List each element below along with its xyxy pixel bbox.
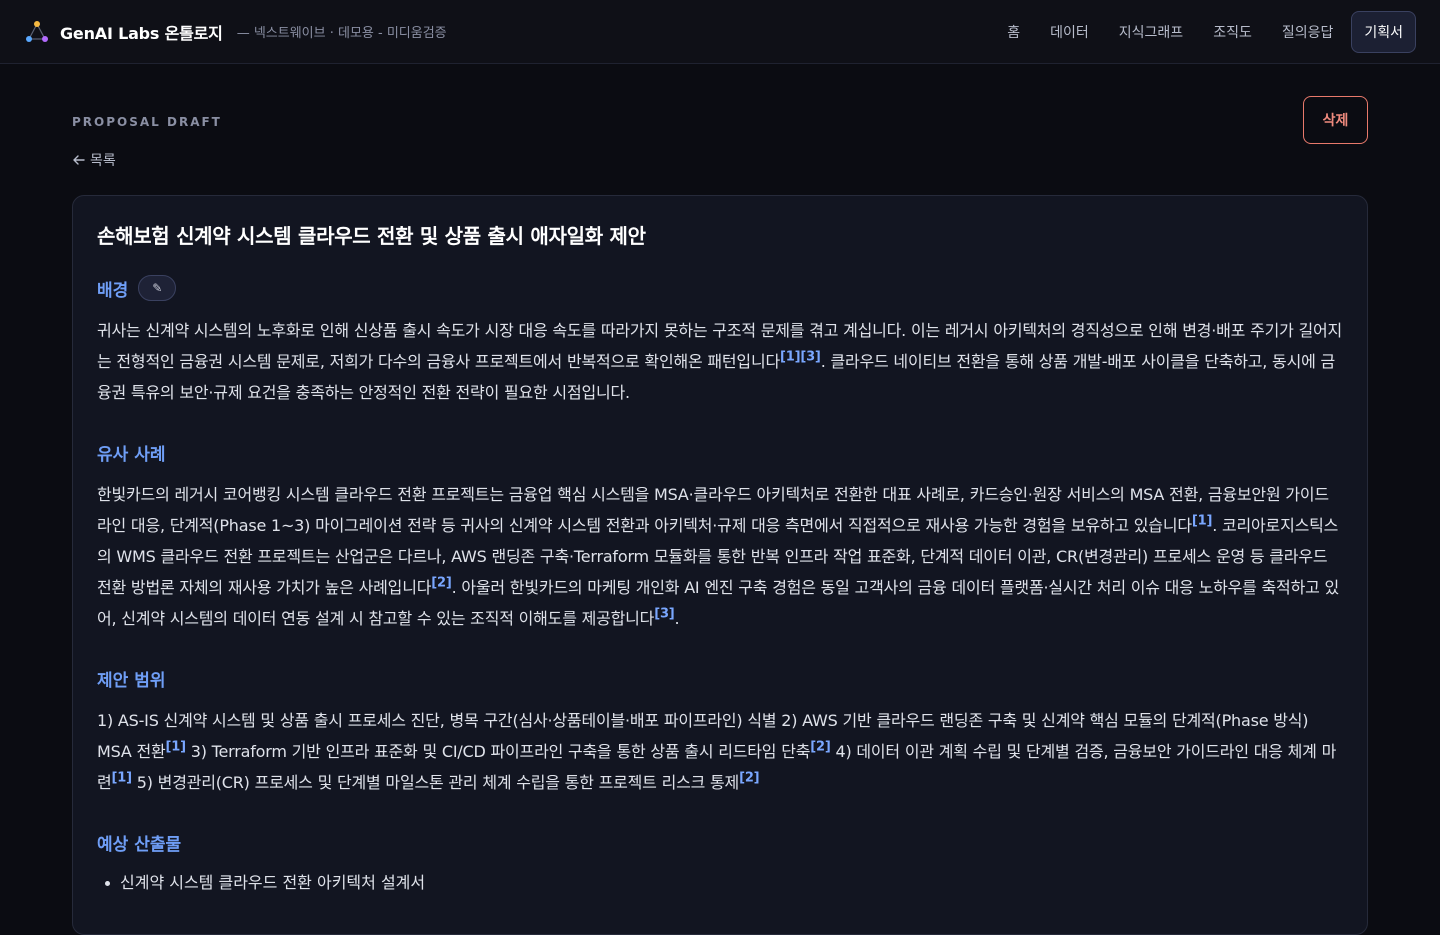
pencil-icon: ✎ — [152, 281, 163, 295]
arrow-left-icon — [73, 155, 85, 165]
top-navbar: GenAI Labs 온톨로지 — 넥스트웨이브 · 데모용 - 미디움검증 홈… — [0, 0, 1440, 64]
delete-button[interactable]: 삭제 — [1303, 96, 1368, 144]
citation-link[interactable]: [1] — [1192, 514, 1213, 529]
citation-link[interactable]: [3] — [800, 350, 821, 365]
section-cases-text: 한빛카드의 레거시 코어뱅킹 시스템 클라우드 전환 프로젝트는 금융업 핵심 … — [97, 485, 1340, 628]
nav-home[interactable]: 홈 — [995, 12, 1032, 52]
nav-data[interactable]: 데이터 — [1038, 12, 1101, 52]
section-title-background: 배경 — [97, 280, 129, 301]
nav-knowledge-graph[interactable]: 지식그래프 — [1107, 12, 1195, 52]
citation-link[interactable]: [3] — [654, 607, 675, 622]
section-title-cases: 유사 사례 — [97, 445, 166, 465]
list-item: 신계약 시스템 클라우드 전환 아키텍처 설계서 — [105, 869, 1343, 897]
section-title-deliverables: 예상 산출물 — [97, 835, 182, 855]
section-deliverables-header: 예상 산출물 — [97, 830, 1343, 855]
deliverables-list: 신계약 시스템 클라우드 전환 아키텍처 설계서 — [97, 869, 1343, 897]
section-scope-header: 제안 범위 — [97, 666, 1343, 691]
section-title-scope: 제안 범위 — [97, 671, 166, 691]
section-scope-text: 1) AS-IS 신계약 시스템 및 상품 출시 프로세스 진단, 병목 구간(… — [97, 711, 1337, 792]
proposal-card: 손해보험 신계약 시스템 클라우드 전환 및 상품 출시 애자일화 제안 배경 … — [72, 195, 1368, 935]
back-to-list-link[interactable]: 목록 — [72, 150, 116, 170]
section-background-header: 배경 ✎ — [97, 275, 1343, 301]
citation-link[interactable]: [2] — [739, 771, 760, 786]
logo-icon — [26, 20, 48, 42]
page-eyebrow: PROPOSAL DRAFT — [72, 115, 222, 129]
brand-name: GenAI Labs 온톨로지 — [60, 23, 223, 43]
section-background-text: 귀사는 신계약 시스템의 노후화로 인해 신상품 출시 속도가 시장 대응 속도… — [97, 321, 1343, 402]
section-cases-header: 유사 사례 — [97, 440, 1343, 465]
citation-link[interactable]: [1] — [780, 350, 801, 365]
citation-link[interactable]: [2] — [431, 576, 452, 591]
brand-subtitle: — 넥스트웨이브 · 데모용 - 미디움검증 — [236, 26, 447, 41]
citation-link[interactable]: [1] — [112, 771, 133, 786]
document-title: 손해보험 신계약 시스템 클라우드 전환 및 상품 출시 애자일화 제안 — [97, 224, 646, 248]
nav-proposal[interactable]: 기획서 — [1351, 10, 1416, 53]
nav-org-chart[interactable]: 조직도 — [1201, 12, 1264, 52]
brand[interactable]: GenAI Labs 온톨로지 — 넥스트웨이브 · 데모용 - 미디움검증 — [24, 19, 447, 45]
citation-link[interactable]: [1] — [166, 740, 187, 755]
nav-qa[interactable]: 질의응답 — [1270, 12, 1346, 52]
back-label: 목록 — [90, 153, 116, 169]
main-content: PROPOSAL DRAFT 목록 삭제 손해보험 신계약 시스템 클라우드 전… — [72, 64, 1368, 935]
citation-link[interactable]: [2] — [810, 740, 831, 755]
edit-section-button[interactable]: ✎ — [138, 275, 177, 301]
bullet-dot — [105, 880, 110, 886]
main-nav: 홈 데이터 지식그래프 조직도 질의응답 기획서 — [995, 10, 1416, 53]
